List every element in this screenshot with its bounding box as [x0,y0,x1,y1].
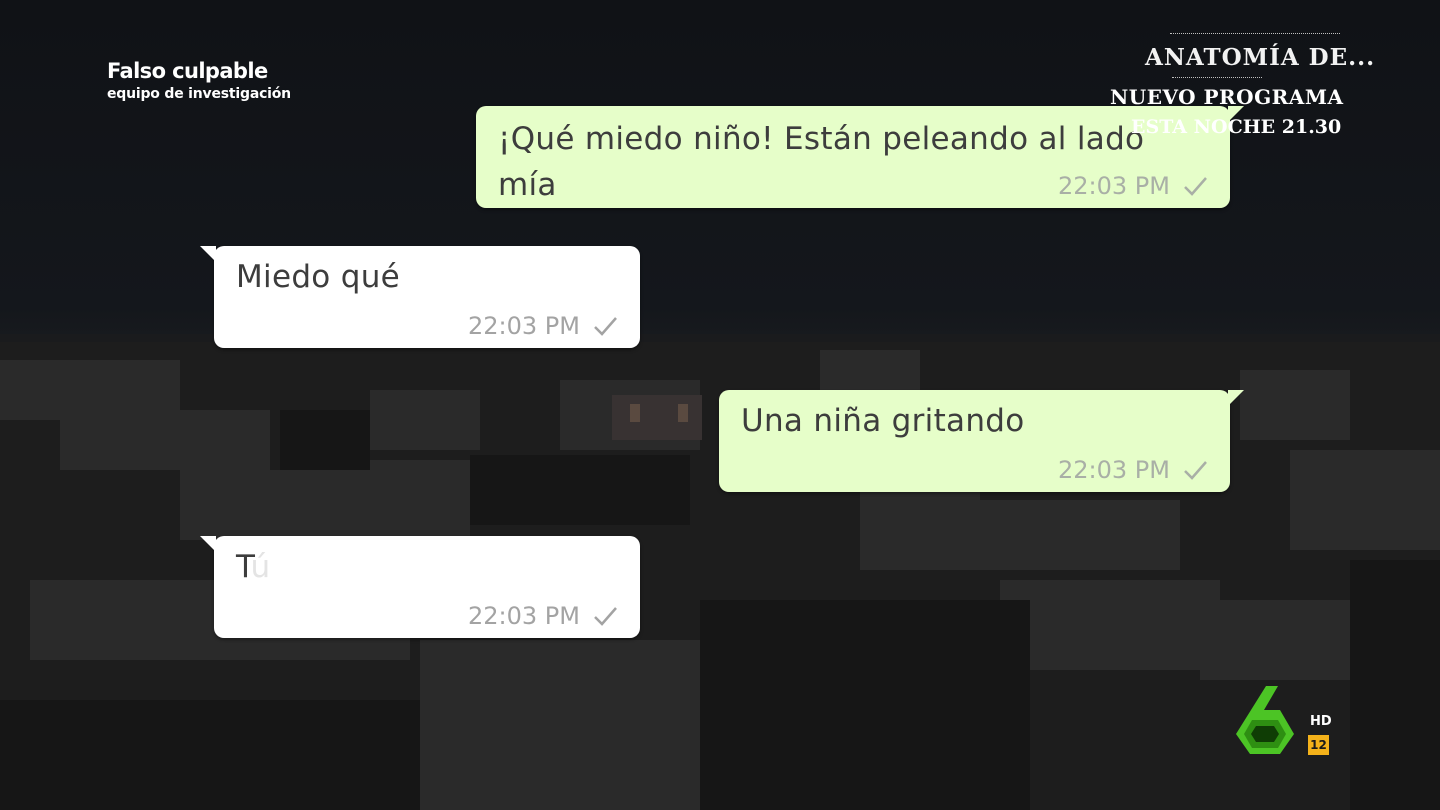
message-text-faded: ú [250,549,271,585]
message-text: Miedo qué [236,259,401,295]
message-text-typing: Tú [236,544,270,590]
message-meta: 22:03 PM [468,602,618,630]
check-icon [594,607,617,626]
promo-new-show: NUEVO PROGRAMA [1110,85,1344,109]
bubble-tail [1228,390,1244,406]
show-subtitle: equipo de investigación [107,86,291,102]
message-meta: 22:03 PM [1058,172,1208,200]
message-bubble-incoming: Miedo qué 22:03 PM [200,246,640,348]
message-text: T [236,549,251,585]
age-rating-badge: 12 [1308,735,1329,755]
hd-badge: HD [1310,714,1332,729]
message-meta: 22:03 PM [1058,456,1208,484]
check-icon [1184,177,1207,196]
promo-divider [1170,33,1340,35]
la-sexta-logo-icon [1236,686,1294,754]
message-text: Una niña gritando [741,403,1025,439]
promo-program-title: ANATOMÍA DE... [1145,44,1376,71]
promo-divider [1172,77,1262,79]
message-bubble-outgoing: ¡Qué miedo niño! Están peleando al lado … [476,106,1244,208]
bubble-tail [200,536,216,552]
message-bubble-outgoing: Una niña gritando 22:03 PM [719,390,1244,492]
promo-airtime: ESTA NOCHE 21.30 [1131,116,1342,138]
check-icon [594,317,617,336]
show-title: Falso culpable [107,59,268,83]
message-time: 22:03 PM [468,602,580,630]
bubble-tail [200,246,216,262]
message-time: 22:03 PM [468,312,580,340]
check-icon [1184,461,1207,480]
message-time: 22:03 PM [1058,456,1170,484]
message-meta: 22:03 PM [468,312,618,340]
message-bubble-incoming: Tú 22:03 PM [200,536,640,638]
message-time: 22:03 PM [1058,172,1170,200]
